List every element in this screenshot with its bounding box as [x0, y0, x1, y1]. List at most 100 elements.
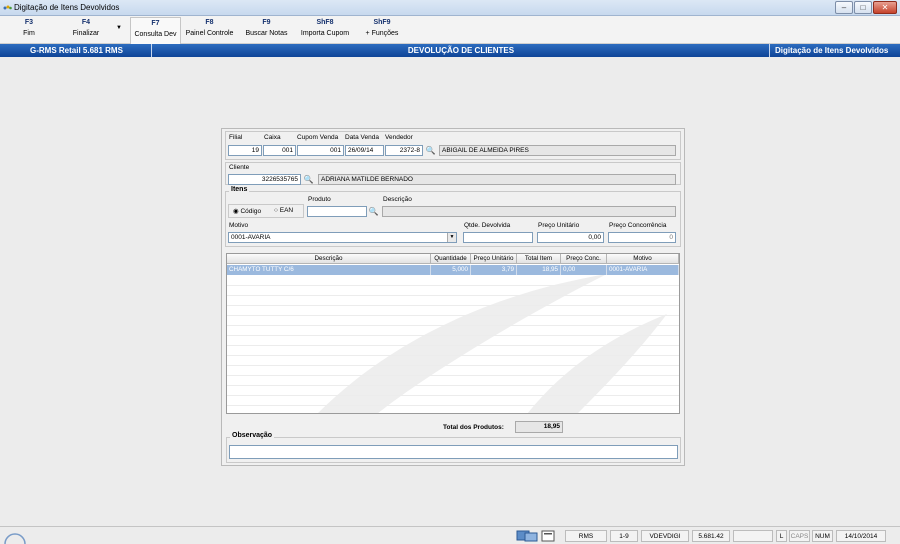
vendedor-code-input[interactable]: 2372-8	[385, 145, 423, 156]
system-name: G-RMS Retail 5.681 RMS	[30, 46, 123, 55]
caixa-label: Caixa	[264, 134, 281, 141]
chevron-down-icon[interactable]: ▼	[447, 233, 456, 242]
status-date: 14/10/2014	[836, 530, 886, 542]
radio-ean-label: EAN	[279, 207, 294, 214]
produto-input[interactable]	[307, 206, 367, 217]
data-venda-input[interactable]: 26/09/14	[345, 145, 384, 156]
preco-concorrencia-input[interactable]: 0	[608, 232, 676, 243]
toolbar-button-consulta-dev[interactable]: F7 Consulta Dev	[130, 17, 181, 45]
status-program: VDEVDIGI	[641, 530, 689, 542]
cell-motivo: 0001-AVARIA	[607, 265, 679, 275]
column-header-total-item[interactable]: Total Item	[517, 254, 561, 264]
search-vendedor-icon[interactable]: 🔍	[425, 146, 436, 155]
column-header-preco-unitario[interactable]: Preço Unitário	[471, 254, 517, 264]
radio-ean[interactable]: ○ EAN	[274, 207, 293, 214]
status-l: L	[776, 530, 787, 542]
fkey-caption: Finalizar	[72, 30, 100, 37]
descricao-label: Descrição	[383, 196, 412, 203]
cliente-code-input[interactable]: 3226535765	[228, 174, 301, 185]
window-title: Digitação de Itens Devolvidos	[14, 3, 120, 12]
motivo-select[interactable]: 0001-AVARIA ▼	[228, 232, 457, 243]
search-produto-icon[interactable]: 🔍	[368, 207, 379, 216]
qtde-input[interactable]	[463, 232, 533, 243]
app-icon	[3, 5, 12, 10]
qtde-label: Qtde. Devolvida	[464, 222, 511, 229]
fkey-caption: Painel Controle	[185, 30, 234, 37]
screen-name: Digitação de Itens Devolvidos	[775, 46, 889, 55]
toolbar-button-finalizar[interactable]: F4 Finalizar	[66, 18, 106, 42]
preco-unitario-input[interactable]: 0,00	[537, 232, 604, 243]
status-page: 1-9	[610, 530, 638, 542]
toolbar-button-importa-cupom[interactable]: ShF8 Importa Cupom	[296, 18, 354, 42]
status-num: NUM	[812, 530, 833, 542]
cell-quantidade: 5,000	[431, 265, 471, 275]
status-blank	[733, 530, 773, 542]
maximize-button[interactable]: □	[854, 1, 872, 14]
window-title-bar: Digitação de Itens Devolvidos – □ ✕	[0, 0, 900, 16]
observacao-input[interactable]	[229, 445, 678, 459]
fkey-label: F4	[81, 19, 91, 26]
search-cliente-icon[interactable]: 🔍	[303, 175, 314, 184]
cell-preco-unitario: 3,79	[471, 265, 517, 275]
fkey-caption: Consulta Dev	[134, 31, 177, 38]
descricao-field	[382, 206, 676, 217]
header-divider	[769, 44, 770, 57]
minimize-button[interactable]: –	[835, 1, 853, 14]
module-header: G-RMS Retail 5.681 RMS DEVOLUÇÃO DE CLIE…	[0, 44, 900, 57]
toolbar-button-painel-controle[interactable]: F8 Painel Controle	[182, 18, 237, 42]
motivo-selected-value: 0001-AVARIA	[231, 234, 271, 241]
function-toolbar: F3 Fim F4 Finalizar F7 Consulta Dev F8 P…	[0, 16, 900, 45]
caixa-input[interactable]: 001	[263, 145, 296, 156]
fkey-label: F8	[205, 19, 214, 26]
toolbar-button-mais-funcoes[interactable]: ShF9 + Funções	[360, 18, 404, 42]
network-icon	[516, 530, 538, 542]
fkey-label: F7	[151, 20, 160, 27]
column-header-motivo[interactable]: Motivo	[607, 254, 679, 264]
motivo-label: Motivo	[229, 222, 249, 229]
preco-unitario-label: Preço Unitário	[538, 222, 580, 229]
close-button[interactable]: ✕	[873, 1, 897, 14]
cupom-input[interactable]: 001	[297, 145, 344, 156]
cell-preco-conc: 0,00	[561, 265, 607, 275]
column-header-preco-conc[interactable]: Preço Conc.	[561, 254, 607, 264]
keyboard-icon	[541, 530, 555, 542]
items-title: Itens	[229, 186, 250, 193]
vendedor-name-field: ABIGAIL DE ALMEIDA PIRES	[439, 145, 676, 156]
fkey-label: F9	[262, 19, 271, 26]
preco-concorrencia-label: Preço Concorrência	[609, 222, 667, 229]
cliente-label: Cliente	[229, 164, 250, 171]
status-app: RMS	[565, 530, 607, 542]
status-caps: CAPS	[789, 530, 810, 542]
status-version: 5.681.42	[692, 530, 730, 542]
toolbar-button-buscar-notas[interactable]: F9 Buscar Notas	[241, 18, 292, 42]
produto-label: Produto	[308, 196, 331, 203]
vendedor-label: Vendedor	[385, 134, 413, 141]
fkey-caption: Buscar Notas	[245, 30, 288, 37]
status-bar: RMS 1-9 VDEVDIGI 5.681.42 L CAPS NUM 14/…	[0, 526, 900, 544]
data-venda-label: Data Venda	[345, 134, 379, 141]
observacao-label: Observação	[230, 432, 275, 439]
cell-descricao: CHAMYTO TUTTY C/6	[227, 265, 431, 275]
radio-codigo[interactable]: ◉ Código	[233, 207, 261, 215]
filial-input[interactable]: 19	[228, 145, 262, 156]
cliente-name-field: ADRIANA MATILDE BERNADO	[318, 174, 676, 185]
toolbar-button-fim[interactable]: F3 Fim	[14, 18, 44, 42]
fkey-caption: + Funções	[365, 30, 399, 37]
cell-total-item: 18,95	[517, 265, 561, 275]
fkey-label: ShF8	[316, 19, 334, 26]
logo-icon	[4, 533, 26, 544]
cupom-label: Cupom Venda	[297, 134, 339, 141]
chevron-down-icon[interactable]: ▼	[116, 25, 122, 31]
column-header-quantidade[interactable]: Quantidade	[431, 254, 471, 264]
background-watermark	[318, 274, 667, 413]
items-grid: Descrição Quantidade Preço Unitário Tota…	[226, 253, 680, 414]
radio-codigo-label: Código	[240, 208, 262, 215]
filial-label: Filial	[229, 134, 243, 141]
fkey-caption: Importa Cupom	[300, 30, 350, 37]
column-header-descricao[interactable]: Descrição	[227, 254, 431, 264]
total-produtos-value: 18,95	[515, 421, 563, 433]
fkey-label: F3	[24, 19, 34, 26]
total-produtos-label: Total dos Produtos:	[443, 424, 504, 431]
fkey-caption: Fim	[23, 30, 35, 37]
fkey-label: ShF9	[373, 19, 391, 26]
